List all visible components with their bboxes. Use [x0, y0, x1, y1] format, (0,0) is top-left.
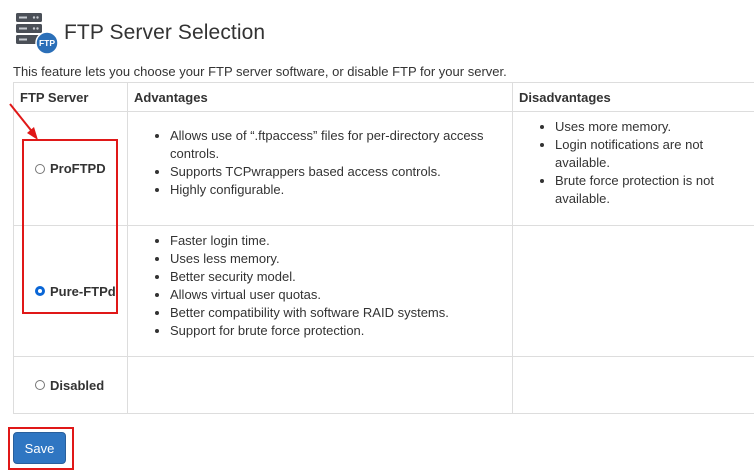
list-item: Better compatibility with software RAID …: [170, 304, 512, 322]
ftp-server-icon: FTP: [16, 10, 60, 55]
option-pure-ftpd[interactable]: Pure-FTPd: [14, 284, 127, 299]
proftpd-label: ProFTPD: [50, 161, 106, 176]
disadvantages-cell-proftpd: Uses more memory. Login notifications ar…: [512, 111, 754, 226]
table-header-row: FTP Server Advantages Disadvantages: [13, 82, 754, 112]
page-description: This feature lets you choose your FTP se…: [13, 64, 507, 79]
advantages-cell-disabled: [127, 356, 513, 414]
page-title: FTP Server Selection: [64, 21, 266, 44]
list-item: Allows use of “.ftpaccess” files for per…: [170, 127, 500, 163]
advantages-cell-proftpd: Allows use of “.ftpaccess” files for per…: [127, 111, 513, 226]
table-row-pure-ftpd: Pure-FTPd Faster login time. Uses less m…: [13, 225, 754, 357]
server-cell-pure-ftpd: Pure-FTPd: [13, 225, 128, 357]
advantages-cell-pure-ftpd: Faster login time. Uses less memory. Bet…: [127, 225, 513, 357]
list-item: Supports TCPwrappers based access contro…: [170, 163, 500, 181]
column-header-disadvantages: Disadvantages: [512, 82, 754, 112]
disadvantages-cell-pure-ftpd: [512, 225, 754, 357]
list-item: Highly configurable.: [170, 181, 500, 199]
option-disabled[interactable]: Disabled: [14, 378, 127, 393]
list-item: Uses less memory.: [170, 250, 512, 268]
save-button[interactable]: Save: [13, 432, 66, 464]
ftp-badge-text: FTP: [39, 38, 55, 48]
page-header: FTP FTP Server Selection: [16, 10, 266, 55]
column-header-advantages: Advantages: [127, 82, 513, 112]
list-item: Better security model.: [170, 268, 512, 286]
disabled-radio[interactable]: [35, 380, 45, 390]
list-item: Brute force protection is not available.: [555, 172, 730, 208]
server-cell-disabled: Disabled: [13, 356, 128, 414]
list-item: Faster login time.: [170, 232, 512, 250]
disabled-label: Disabled: [50, 377, 105, 393]
list-item: Login notifications are not available.: [555, 136, 730, 172]
list-item: Support for brute force protection.: [170, 322, 512, 340]
pure-ftpd-radio[interactable]: [35, 286, 45, 296]
proftpd-radio[interactable]: [35, 163, 45, 174]
option-proftpd[interactable]: ProFTPD: [14, 161, 127, 176]
server-cell-proftpd: ProFTPD: [13, 111, 128, 226]
ftp-server-table: FTP Server Advantages Disadvantages ProF…: [13, 82, 754, 414]
column-header-ftp-server: FTP Server: [13, 82, 128, 112]
pure-ftpd-label: Pure-FTPd: [50, 283, 116, 299]
list-item: Allows virtual user quotas.: [170, 286, 512, 304]
list-item: Uses more memory.: [555, 118, 730, 136]
disadvantages-cell-disabled: [512, 356, 754, 414]
table-row-proftpd: ProFTPD Allows use of “.ftpaccess” files…: [13, 111, 754, 226]
table-row-disabled: Disabled: [13, 356, 754, 414]
